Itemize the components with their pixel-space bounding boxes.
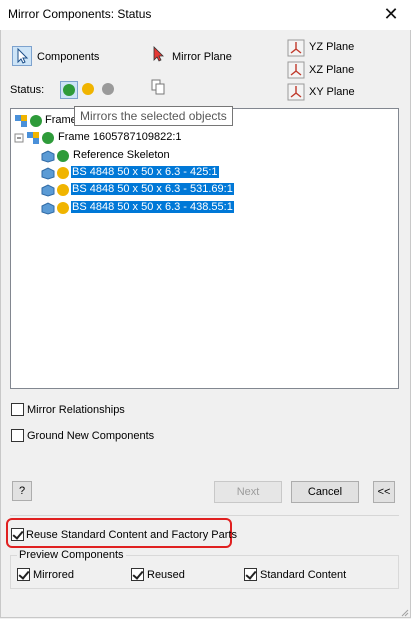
mirror-status-icon [42,132,54,144]
reuse-standard-checkbox[interactable] [11,528,24,541]
components-label: Components [37,51,100,63]
mirror-plane-select-button[interactable] [149,45,169,65]
components-select-button[interactable] [12,46,32,66]
tree-root-label: Frame [45,114,77,126]
tree-item-label: Frame 1605787109822:1 [58,131,182,143]
standard-content-label[interactable]: Standard Content [260,569,346,581]
component-tree[interactable]: Frame Frame 1605787109822:1 Reference Sk… [10,108,399,389]
copy-icon [151,79,165,95]
xz-plane-button[interactable] [287,61,307,81]
status-label: Status: [10,84,45,96]
status-mirror-button[interactable] [60,81,78,99]
part-icon [41,201,55,215]
resize-grip-icon[interactable] [399,607,409,617]
mirrored-checkbox[interactable] [17,568,30,581]
status-exclude-button[interactable] [100,81,118,99]
exclude-status-icon [102,83,114,95]
part-icon [41,166,55,180]
cursor-arrow-icon [17,47,29,64]
reuse-status-icon [57,184,69,196]
tree-item-label: Reference Skeleton [73,149,170,161]
reuse-status-icon [57,202,69,214]
yz-plane-button[interactable] [287,39,307,59]
mirror-status-icon [57,150,69,162]
assembly-icon [26,131,40,145]
xy-plane-label[interactable]: XY Plane [309,86,355,98]
yz-plane-label[interactable]: YZ Plane [309,41,354,53]
mirror-status-icon [30,115,42,127]
xy-plane-button[interactable] [287,83,307,103]
tooltip: Mirrors the selected objects [74,106,233,126]
next-button[interactable]: Next [214,481,282,503]
help-button[interactable]: ? [12,481,32,501]
reused-label[interactable]: Reused [147,569,185,581]
mirror-relationships-label[interactable]: Mirror Relationships [27,404,125,416]
copy-button[interactable] [149,78,169,98]
help-icon: ? [18,485,26,497]
xz-plane-label[interactable]: XZ Plane [309,64,354,76]
collapse-button[interactable]: << [373,481,395,503]
tree-item-label: BS 4848 50 x 50 x 6.3 - 425:1 [71,166,219,178]
plane-axis-icon [287,83,305,101]
tree-item-label: BS 4848 50 x 50 x 6.3 - 531.69:1 [71,183,234,195]
tree-item-label: BS 4848 50 x 50 x 6.3 - 438.55:1 [71,201,234,213]
reuse-status-icon [82,83,94,95]
ground-new-components-label[interactable]: Ground New Components [27,430,154,442]
plane-axis-icon [287,39,305,57]
divider [10,515,399,516]
assembly-icon [14,114,28,128]
reuse-status-icon [57,167,69,179]
title-bar: Mirror Components: Status ✕ [0,0,411,30]
mirrored-label[interactable]: Mirrored [33,569,74,581]
preview-components-legend: Preview Components [17,549,126,561]
part-icon [41,183,55,197]
plane-axis-icon [287,61,305,79]
mirror-status-icon [63,84,75,96]
cancel-button[interactable]: Cancel [291,481,359,503]
standard-content-checkbox[interactable] [244,568,257,581]
reused-checkbox[interactable] [131,568,144,581]
status-reuse-button[interactable] [80,81,98,99]
window-title: Mirror Components: Status [8,7,152,21]
close-icon[interactable]: ✕ [379,2,403,26]
mirror-relationships-checkbox[interactable] [11,403,24,416]
cursor-arrow-red-icon [153,46,164,62]
part-icon [41,149,55,163]
ground-new-components-checkbox[interactable] [11,429,24,442]
mirror-plane-label: Mirror Plane [172,51,232,63]
reuse-standard-label[interactable]: Reuse Standard Content and Factory Parts [26,529,237,541]
